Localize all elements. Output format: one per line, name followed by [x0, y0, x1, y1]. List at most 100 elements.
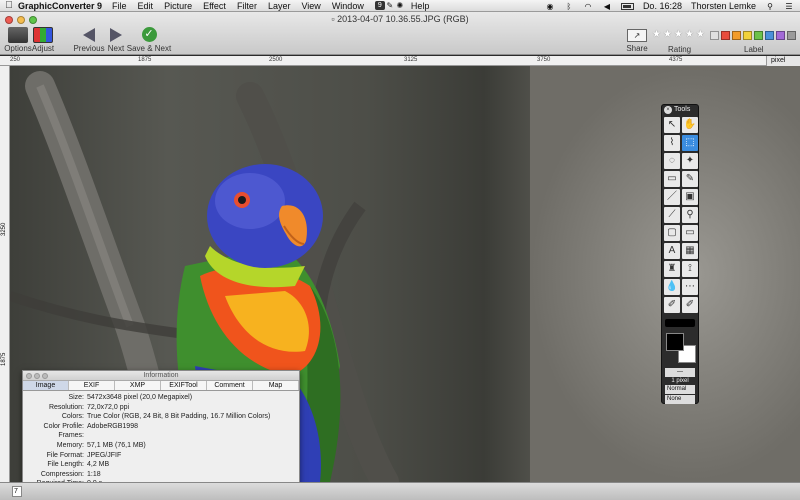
- tools-palette-header[interactable]: × Tools: [662, 105, 698, 115]
- label-colors: [710, 31, 796, 40]
- stamp-icon[interactable]: ▣: [682, 189, 698, 205]
- info-key: Size:: [68, 394, 84, 401]
- info-key: File Length:: [47, 461, 84, 469]
- menu-clock[interactable]: Do. 16:28: [643, 1, 682, 11]
- line-icon[interactable]: ／: [664, 189, 680, 205]
- picker-icon[interactable]: ✐: [664, 297, 680, 313]
- menu-file[interactable]: File: [112, 1, 127, 11]
- zoom-icon[interactable]: ⚲: [682, 207, 698, 223]
- info-row: Resolution: 72,0x72,0 ppi: [23, 403, 299, 413]
- tab-exiftool[interactable]: EXIFTool: [161, 381, 207, 390]
- bucket-icon[interactable]: ⟟: [682, 261, 698, 277]
- lasso-icon[interactable]: ⌇: [664, 135, 680, 151]
- label-color-swatch[interactable]: [754, 31, 763, 40]
- label-color-swatch[interactable]: [721, 31, 730, 40]
- ruler-tick: 250: [10, 57, 21, 63]
- info-value: AdobeRGB1998: [87, 422, 138, 430]
- foreground-color-swatch[interactable]: [666, 333, 684, 351]
- info-row: Colors: True Color (RGB, 24 Bit, 8 Bit Pa…: [23, 412, 299, 422]
- eraser-icon[interactable]: ▭: [664, 171, 680, 187]
- adjust-button[interactable]: Adjust: [20, 27, 66, 53]
- pattern-select[interactable]: None: [665, 395, 695, 404]
- wifi-icon[interactable]: ◠: [583, 2, 593, 11]
- label-color-swatch[interactable]: [743, 31, 752, 40]
- script-menu-icon[interactable]: 9: [374, 1, 385, 10]
- ellipse-select-icon[interactable]: ◌: [664, 153, 680, 169]
- spotlight-icon[interactable]: ⚲: [765, 2, 775, 11]
- window-toolbar: ▫ 2013-04-07 10.36.55.JPG (RGB) Options …: [0, 12, 800, 55]
- color-selector[interactable]: [664, 331, 696, 365]
- apple-menu-icon[interactable]: : [0, 0, 18, 11]
- panel-minimize-button[interactable]: [34, 373, 40, 379]
- app-menu[interactable]: GraphicConverter 9: [18, 1, 102, 11]
- menu-layer[interactable]: Layer: [268, 1, 291, 11]
- menu-user[interactable]: Thorsten Lemke: [691, 1, 756, 11]
- rating-label: Rating: [668, 45, 692, 54]
- info-value: 57,1 MB (76,1 MB): [87, 441, 146, 449]
- zoom-field[interactable]: 7: [12, 486, 22, 497]
- info-value: True Color (RGB, 24 Bit, 8 Bit Padding, …: [87, 413, 271, 421]
- notification-list-icon[interactable]: ☰: [784, 2, 794, 11]
- pencil-icon[interactable]: ✎: [682, 171, 698, 187]
- close-icon[interactable]: ×: [664, 106, 672, 114]
- battery-icon[interactable]: [620, 2, 634, 10]
- rating-stars[interactable]: ★★★★★: [652, 29, 707, 40]
- share-icon: ↗: [627, 29, 647, 42]
- magic-wand-icon[interactable]: ✦: [682, 153, 698, 169]
- label-color-swatch[interactable]: [710, 31, 719, 40]
- measure-icon[interactable]: ⋯: [682, 279, 698, 295]
- info-key: Colors:: [61, 413, 84, 421]
- gear-icon[interactable]: ✺: [395, 1, 405, 10]
- menu-picture[interactable]: Picture: [164, 1, 192, 11]
- hand-icon[interactable]: ✋: [682, 117, 698, 133]
- rounded-rect-icon[interactable]: ▭: [682, 225, 698, 241]
- menu-effect[interactable]: Effect: [203, 1, 226, 11]
- rectangle-icon[interactable]: ▢: [664, 225, 680, 241]
- tool-grid: ↖ ✋ ⌇ ⬚ ◌ ✦ ▭ ✎ ／ ▣ ⟋ ⚲ ▢ ▭ A ▦ ♜ ⟟ 💧 ⋯ ✐ ✐: [662, 115, 698, 315]
- bluetooth-icon[interactable]: ᛒ: [564, 2, 574, 11]
- info-row: Frames:: [23, 431, 299, 441]
- stamp-tool-icon[interactable]: ♜: [664, 261, 680, 277]
- brush-preview[interactable]: [665, 319, 695, 327]
- tab-map[interactable]: Map: [253, 381, 299, 390]
- menu-edit[interactable]: Edit: [138, 1, 154, 11]
- ruler-tick: 3750: [537, 57, 551, 63]
- adjust-label: Adjust: [31, 44, 55, 53]
- script-icon[interactable]: ✎: [385, 1, 395, 10]
- menu-view[interactable]: View: [301, 1, 320, 11]
- checkmark-icon: ✓: [141, 27, 157, 42]
- ruler-unit-select[interactable]: pixel: [766, 56, 800, 66]
- blend-mode-select[interactable]: Normal: [665, 385, 695, 394]
- tab-image[interactable]: Image: [23, 381, 69, 390]
- timemachine-icon[interactable]: ◉: [545, 2, 555, 11]
- menu-filter[interactable]: Filter: [237, 1, 257, 11]
- label-color-swatch[interactable]: [732, 31, 741, 40]
- info-value: [87, 431, 299, 441]
- menu-window[interactable]: Window: [332, 1, 364, 11]
- information-tabs: Image EXIF XMP EXIFTool Comment Map: [23, 381, 299, 391]
- panel-zoom-button[interactable]: [42, 373, 48, 379]
- label-color-swatch[interactable]: [765, 31, 774, 40]
- smudge-icon[interactable]: ✐: [682, 297, 698, 313]
- menu-extras: ◉ ᛒ ◠ ◀ Do. 16:28 Thorsten Lemke ⚲ ☰: [545, 0, 794, 12]
- brush-icon[interactable]: ⟋: [664, 207, 680, 223]
- volume-icon[interactable]: ◀: [602, 2, 612, 11]
- gradient-icon[interactable]: ▦: [682, 243, 698, 259]
- adjust-icon: [33, 27, 53, 43]
- info-key: Resolution:: [48, 403, 84, 411]
- select-arrow-icon[interactable]: ↖: [664, 117, 680, 133]
- label-color-swatch[interactable]: [776, 31, 785, 40]
- label-color-swatch[interactable]: [787, 31, 796, 40]
- save-next-button[interactable]: ✓ Save & Next: [124, 27, 174, 53]
- line-style-select[interactable]: —: [665, 368, 695, 377]
- dropper-icon[interactable]: 💧: [664, 279, 680, 295]
- tab-xmp[interactable]: XMP: [115, 381, 161, 390]
- tab-exif[interactable]: EXIF: [69, 381, 115, 390]
- status-bar: 7: [0, 482, 800, 500]
- information-title-bar[interactable]: Information: [23, 371, 299, 381]
- menu-help[interactable]: Help: [411, 1, 430, 11]
- text-icon[interactable]: A: [664, 243, 680, 259]
- panel-close-button[interactable]: [26, 373, 32, 379]
- marquee-icon[interactable]: ⬚: [682, 135, 698, 151]
- tab-comment[interactable]: Comment: [207, 381, 253, 390]
